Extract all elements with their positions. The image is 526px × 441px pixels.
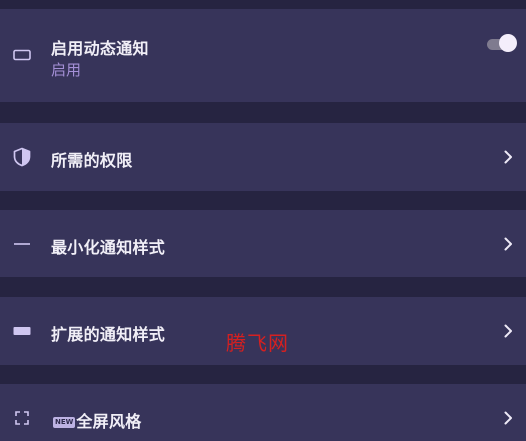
dynamic-notification-title: 启用动态通知 [51,39,149,58]
row-title: 最小化通知样式 [51,238,166,257]
chevron-right-icon [502,324,514,338]
row-title: 全屏风格 [76,412,142,431]
fullscreen-icon [12,408,32,428]
toggle-knob [499,34,517,52]
chevron-right-icon [502,237,514,251]
chevron-right-icon [502,411,514,425]
required-permissions-row[interactable]: 所需的权限 [0,123,526,191]
minimized-notification-style-row[interactable]: 最小化通知样式 [0,210,526,277]
watermark-text: 腾飞网 [226,331,289,355]
fullscreen-style-title: NEW 全屏风格 [53,408,142,432]
row-title: 扩展的通知样式 [51,325,166,344]
chevron-right-icon [502,150,514,164]
fullscreen-style-row[interactable]: NEW 全屏风格 [0,384,526,441]
dynamic-notification-toggle[interactable] [487,34,517,52]
dynamic-notification-card[interactable]: 启用动态通知 启用 [0,9,526,102]
shield-icon [12,147,32,167]
minus-icon [12,234,32,254]
filled-bar-icon [12,321,32,341]
dynamic-notification-status: 启用 [51,61,82,79]
new-badge: NEW [53,417,76,428]
rectangle-outline-icon [12,45,32,65]
row-title: 所需的权限 [51,151,133,170]
